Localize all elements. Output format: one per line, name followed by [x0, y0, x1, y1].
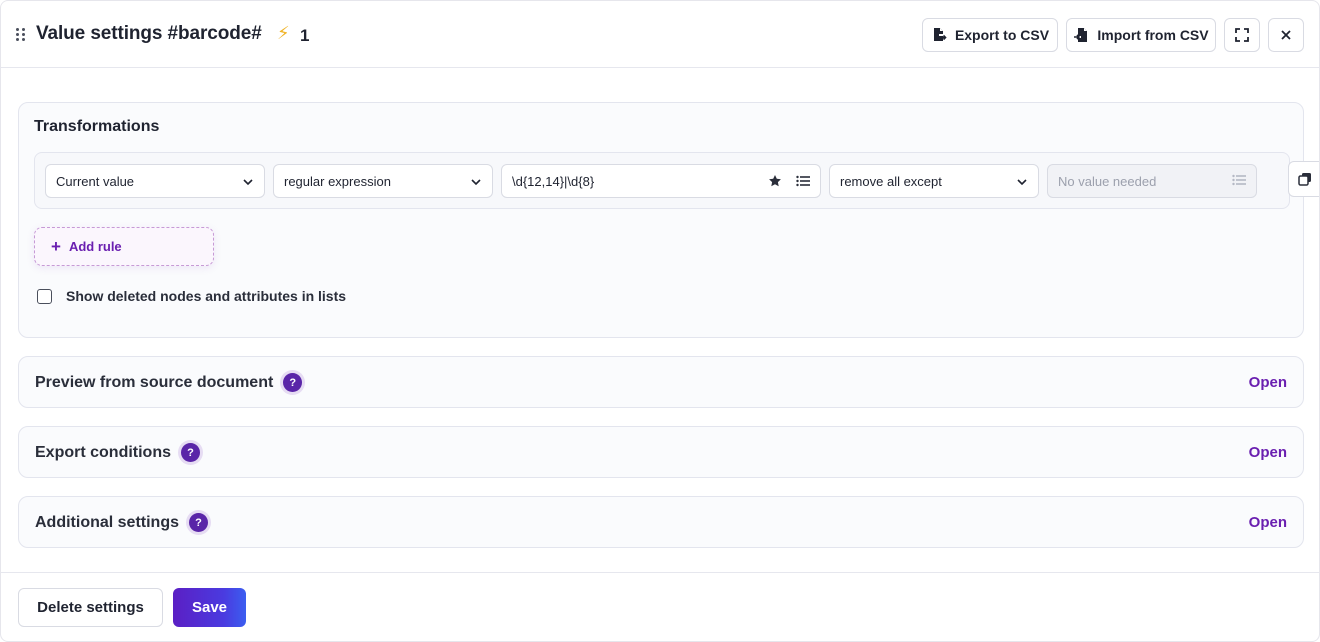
duplicate-rule-button[interactable] [1288, 161, 1319, 197]
modal-title: Value settings #barcode# [36, 23, 262, 44]
modal-footer: Delete settings Save [1, 572, 1319, 641]
export-csv-label: Export to CSV [954, 27, 1050, 43]
modal-header: Value settings #barcode# ⚡ 1 Export to C… [1, 1, 1319, 68]
source-select-value: Current value [56, 173, 135, 189]
file-export-icon [933, 28, 947, 41]
transformation-rule-row: Current value regular expression \d{12,1… [34, 152, 1290, 209]
chevron-down-icon [1017, 179, 1027, 186]
trigger-count: 1 [300, 26, 310, 45]
value-input: No value needed [1047, 164, 1257, 198]
chevron-down-icon [471, 179, 481, 186]
show-deleted-row: Show deleted nodes and attributes in lis… [37, 288, 346, 304]
list-icon[interactable] [796, 175, 810, 187]
delete-settings-button[interactable]: Delete settings [18, 588, 163, 627]
source-select[interactable]: Current value [45, 164, 265, 198]
fullscreen-button[interactable] [1224, 18, 1260, 52]
lightning-icon: ⚡ [277, 23, 290, 43]
file-import-icon [1074, 28, 1088, 42]
export-csv-button[interactable]: Export to CSV [922, 18, 1058, 52]
import-csv-button[interactable]: Import from CSV [1066, 18, 1216, 52]
regex-pattern-value: \d{12,14}|\d{8} [512, 173, 595, 189]
add-rule-label: Add rule [68, 239, 122, 254]
additional-settings-open-link[interactable]: Open [1249, 514, 1287, 531]
additional-settings-section[interactable]: Additional settings ? Open [18, 496, 1304, 548]
additional-settings-title: Additional settings [35, 513, 179, 531]
show-deleted-checkbox[interactable] [37, 288, 52, 304]
drag-handle-icon[interactable] [16, 28, 26, 42]
save-button[interactable]: Save [173, 588, 246, 627]
plus-icon: + [51, 237, 61, 256]
close-icon [1281, 30, 1291, 40]
action-select-value: remove all except [840, 173, 942, 189]
preview-open-link[interactable]: Open [1249, 374, 1287, 391]
close-button[interactable] [1268, 18, 1304, 52]
show-deleted-label[interactable]: Show deleted nodes and attributes in lis… [66, 288, 346, 304]
export-conditions-section[interactable]: Export conditions ? Open [18, 426, 1304, 478]
import-csv-label: Import from CSV [1097, 27, 1209, 43]
regex-pattern-input[interactable]: \d{12,14}|\d{8} [501, 164, 821, 198]
transformations-title: Transformations [34, 118, 160, 135]
help-icon[interactable]: ? [189, 513, 208, 532]
help-icon[interactable]: ? [181, 443, 200, 462]
chevron-down-icon [243, 179, 253, 186]
star-icon[interactable] [768, 174, 782, 188]
preview-section[interactable]: Preview from source document ? Open [18, 356, 1304, 408]
copy-icon [1298, 173, 1311, 186]
help-icon[interactable]: ? [283, 373, 303, 392]
preview-section-title: Preview from source document [35, 373, 274, 391]
export-conditions-title: Export conditions [35, 443, 171, 461]
list-icon [1232, 174, 1246, 186]
expand-icon [1235, 28, 1249, 42]
export-conditions-open-link[interactable]: Open [1249, 444, 1287, 461]
method-select[interactable]: regular expression [273, 164, 493, 198]
method-select-value: regular expression [284, 173, 391, 189]
action-select[interactable]: remove all except [829, 164, 1039, 198]
transformations-panel: Transformations Current value regular ex… [18, 102, 1304, 338]
value-input-placeholder: No value needed [1058, 173, 1157, 189]
add-rule-button[interactable]: + Add rule [34, 227, 214, 266]
value-settings-modal: Value settings #barcode# ⚡ 1 Export to C… [0, 0, 1320, 642]
